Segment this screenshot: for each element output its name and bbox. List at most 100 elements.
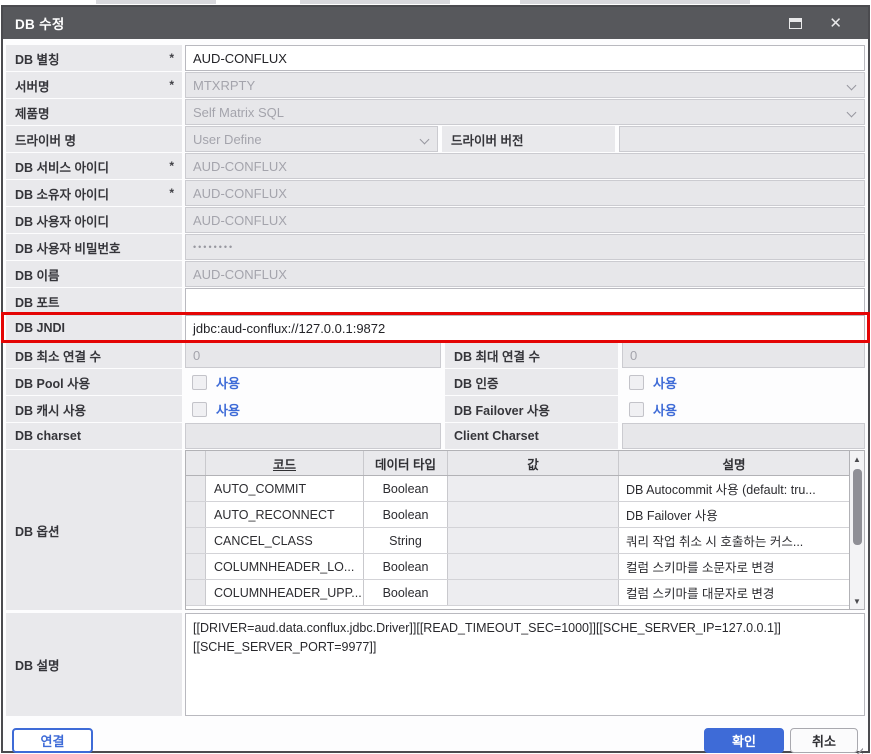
db-port-input[interactable] <box>185 288 865 314</box>
db-edit-dialog: DB 수정 ✕ DB 별칭 * AUD-CONFLUX 서버명 * <box>1 5 870 753</box>
db-options-label: DB 옵션 <box>6 450 182 610</box>
product-name-label: 제품명 <box>6 99 182 125</box>
row-password: DB 사용자 비밀번호 •••••••• <box>6 234 865 260</box>
client-charset-label: Client Charset <box>445 423 618 449</box>
db-auth-checkbox-label: 사용 <box>653 373 677 392</box>
db-auth-label: DB 인증 <box>445 369 618 395</box>
db-jndi-input[interactable]: jdbc:aud-conflux://127.0.0.1:9872 <box>185 315 865 341</box>
chevron-down-icon <box>847 108 857 118</box>
db-cache-checkbox[interactable] <box>192 402 207 417</box>
row-selector-header <box>186 451 206 475</box>
background-fragment <box>520 0 750 4</box>
db-pool-checkbox-label: 사용 <box>216 373 240 392</box>
table-row[interactable]: COLUMNHEADER_UPP... Boolean 컬럼 스키마를 대문자로… <box>186 580 849 606</box>
required-marker: * <box>169 159 174 173</box>
db-options-grid: 코드 데이터 타입 값 설명 AUTO_COMMIT Boolean DB Au… <box>185 450 865 610</box>
maximize-icon[interactable] <box>789 18 802 29</box>
table-row[interactable]: COLUMNHEADER_LO... Boolean 컬럼 스키마를 소문자로 … <box>186 554 849 580</box>
row-service-id: DB 서비스 아이디 * AUD-CONFLUX <box>6 153 865 179</box>
connect-button[interactable]: 연결 <box>12 728 93 753</box>
required-marker: * <box>169 78 174 92</box>
db-port-label: DB 포트 <box>6 288 182 314</box>
row-db-jndi: DB JNDI jdbc:aud-conflux://127.0.0.1:987… <box>6 315 865 341</box>
ok-button[interactable]: 확인 <box>704 728 784 753</box>
client-charset-input <box>622 423 865 449</box>
desc-column-header[interactable]: 설명 <box>619 451 849 475</box>
db-failover-checkbox[interactable] <box>629 402 644 417</box>
table-row[interactable]: AUTO_RECONNECT Boolean DB Failover 사용 <box>186 502 849 528</box>
row-db-name: DB 이름 AUD-CONFLUX <box>6 261 865 287</box>
dialog-titlebar: DB 수정 ✕ <box>3 7 868 39</box>
chevron-down-icon <box>420 135 430 145</box>
owner-id-label: DB 소유자 아이디 * <box>6 180 182 206</box>
owner-id-input: AUD-CONFLUX <box>185 180 865 206</box>
db-cache-label: DB 캐시 사용 <box>6 396 182 422</box>
row-db-port: DB 포트 <box>6 288 865 314</box>
user-id-label: DB 사용자 아이디 <box>6 207 182 233</box>
row-owner-id: DB 소유자 아이디 * AUD-CONFLUX <box>6 180 865 206</box>
db-failover-checkbox-label: 사용 <box>653 400 677 419</box>
dialog-body: DB 별칭 * AUD-CONFLUX 서버명 * MTXRPTY <box>3 39 868 753</box>
driver-name-label: 드라이버 명 <box>6 126 182 152</box>
row-driver: 드라이버 명 User Define 드라이버 버전 <box>6 126 865 152</box>
db-name-label: DB 이름 <box>6 261 182 287</box>
screen: DB 수정 ✕ DB 별칭 * AUD-CONFLUX 서버명 * <box>0 0 871 754</box>
required-marker: * <box>169 186 174 200</box>
driver-version-label: 드라이버 버전 <box>442 126 615 152</box>
db-pool-label: DB Pool 사용 <box>6 369 182 395</box>
scroll-down-icon[interactable]: ▼ <box>850 593 864 609</box>
row-connections: DB 최소 연결 수 0 DB 최대 연결 수 0 <box>6 342 865 368</box>
db-description-textarea[interactable]: [[DRIVER=aud.data.conflux.jdbc.Driver]][… <box>185 613 865 716</box>
code-column-header[interactable]: 코드 <box>206 451 364 475</box>
close-icon[interactable]: ✕ <box>829 16 842 31</box>
row-charset: DB charset Client Charset <box>6 423 865 449</box>
db-failover-label: DB Failover 사용 <box>445 396 618 422</box>
db-charset-input <box>185 423 441 449</box>
table-row[interactable]: CANCEL_CLASS String 쿼리 작업 취소 시 호출하는 커스..… <box>186 528 849 554</box>
background-fragment <box>96 0 216 4</box>
db-name-input: AUD-CONFLUX <box>185 261 865 287</box>
options-table-header: 코드 데이터 타입 값 설명 <box>186 451 849 476</box>
value-column-header[interactable]: 값 <box>448 451 619 475</box>
dialog-title: DB 수정 <box>15 13 65 33</box>
dialog-footer: 연결 확인 취소 <box>6 719 865 753</box>
db-charset-label: DB charset <box>6 423 182 449</box>
row-user-id: DB 사용자 아이디 AUD-CONFLUX <box>6 207 865 233</box>
chevron-down-icon <box>847 81 857 91</box>
row-db-options: DB 옵션 코드 데이터 타입 값 설명 AUTO_COMMIT <box>6 450 865 610</box>
cancel-button[interactable]: 취소 <box>790 728 858 753</box>
service-id-input: AUD-CONFLUX <box>185 153 865 179</box>
max-conn-input: 0 <box>622 342 865 368</box>
product-name-select: Self Matrix SQL <box>185 99 865 125</box>
required-marker: * <box>169 51 174 65</box>
scroll-up-icon[interactable]: ▲ <box>850 451 864 467</box>
db-alias-input[interactable]: AUD-CONFLUX <box>185 45 865 71</box>
row-pool-auth: DB Pool 사용 사용 DB 인증 사용 <box>6 369 865 395</box>
db-alias-label: DB 별칭 * <box>6 45 182 71</box>
user-id-input: AUD-CONFLUX <box>185 207 865 233</box>
scrollbar-thumb[interactable] <box>853 469 862 545</box>
db-cache-checkbox-label: 사용 <box>216 400 240 419</box>
max-conn-label: DB 최대 연결 수 <box>445 342 618 368</box>
driver-version-input <box>619 126 865 152</box>
server-name-label: 서버명 * <box>6 72 182 98</box>
db-pool-checkbox[interactable] <box>192 375 207 390</box>
db-auth-checkbox[interactable] <box>629 375 644 390</box>
server-name-select: MTXRPTY <box>185 72 865 98</box>
row-server-name: 서버명 * MTXRPTY <box>6 72 865 98</box>
driver-name-select: User Define <box>185 126 438 152</box>
service-id-label: DB 서비스 아이디 * <box>6 153 182 179</box>
row-db-alias: DB 별칭 * AUD-CONFLUX <box>6 45 865 71</box>
min-conn-input: 0 <box>185 342 441 368</box>
table-row[interactable]: AUTO_COMMIT Boolean DB Autocommit 사용 (de… <box>186 476 849 502</box>
password-input: •••••••• <box>185 234 865 260</box>
background-fragment <box>300 0 450 4</box>
row-db-description: DB 설명 [[DRIVER=aud.data.conflux.jdbc.Dri… <box>6 613 865 716</box>
vertical-scrollbar[interactable]: ▲ ▼ <box>850 450 865 610</box>
type-column-header[interactable]: 데이터 타입 <box>364 451 448 475</box>
row-cache-failover: DB 캐시 사용 사용 DB Failover 사용 사용 <box>6 396 865 422</box>
password-label: DB 사용자 비밀번호 <box>6 234 182 260</box>
row-product-name: 제품명 Self Matrix SQL <box>6 99 865 125</box>
min-conn-label: DB 최소 연결 수 <box>6 342 182 368</box>
db-jndi-label: DB JNDI <box>6 315 182 341</box>
